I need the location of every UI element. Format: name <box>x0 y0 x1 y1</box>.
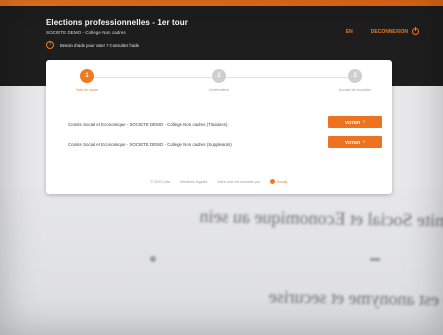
header-accent-strip <box>0 0 443 6</box>
background-mark <box>370 258 380 261</box>
power-icon <box>412 27 419 35</box>
arrow-right-icon: › <box>363 138 365 145</box>
election-list: Comite Social et Economique - SOCIETE DE… <box>46 116 392 156</box>
page-title: Elections professionnelles - 1er tour <box>46 18 188 27</box>
help-icon: ? <box>46 41 54 49</box>
legal-link[interactable]: Mentions legales <box>180 180 207 184</box>
page-subtitle: SOCIETE DEMO - College Non cadres <box>46 30 126 35</box>
election-name: Comite Social et Economique - SOCIETE DE… <box>68 122 228 127</box>
step-3: 3 Accuse de reception <box>320 69 390 92</box>
step-label: Accuse de reception <box>338 88 372 92</box>
step-number: 1 <box>80 69 94 83</box>
brand-link[interactable]: Voxaly <box>269 179 288 184</box>
background-text-line: Comite Social et Economique au sein <box>199 206 443 231</box>
step-2: 2 Confirmation <box>184 69 254 92</box>
footer-copyright: © 2023 Vote <box>150 179 171 184</box>
logout-button[interactable]: DECONNEXION <box>370 27 419 35</box>
screenshot-viewport: Elections professionnelles - 1er tour SO… <box>0 0 443 335</box>
step-label: Vote en cours <box>76 88 98 92</box>
vote-button-label: VOTER <box>345 119 361 125</box>
header-actions: EN DECONNEXION <box>346 27 419 35</box>
progress-stepper: 1 Vote en cours 2 Confirmation 3 Accuse … <box>46 60 392 106</box>
security-note: Votre vote est securise par <box>217 179 260 184</box>
card-footer: © 2023 Vote Mentions legales Votre vote … <box>46 179 392 184</box>
vote-card: 1 Vote en cours 2 Confirmation 3 Accuse … <box>46 60 392 194</box>
election-row: Comite Social et Economique - SOCIETE DE… <box>46 116 392 136</box>
step-number: 2 <box>212 69 226 83</box>
election-row: Comite Social et Economique - SOCIETE DE… <box>46 136 392 156</box>
step-1: 1 Vote en cours <box>52 69 122 92</box>
election-name: Comite Social et Economique - SOCIETE DE… <box>68 142 232 147</box>
logout-label: DECONNEXION <box>370 28 408 35</box>
vote-button[interactable]: VOTER › <box>328 116 382 128</box>
brand-name: Voxaly <box>276 179 288 184</box>
arrow-right-icon: › <box>363 118 365 125</box>
vote-button-label: VOTER <box>345 139 361 145</box>
background-paper: Comite Social et Economique au sein ... … <box>0 188 443 335</box>
background-mark <box>150 256 156 262</box>
help-link[interactable]: ? Besoin d'aide pour voter ? Consultez l… <box>46 41 139 49</box>
step-label: Confirmation <box>208 88 230 92</box>
vote-button[interactable]: VOTER › <box>328 136 382 148</box>
step-number: 3 <box>348 69 362 83</box>
help-link-label: Besoin d'aide pour voter ? Consultez l'a… <box>60 42 140 48</box>
brand-logo-icon <box>269 179 275 184</box>
language-switch[interactable]: EN <box>346 29 353 35</box>
background-text-line: ... le vote est anonyme et securise <box>268 286 443 310</box>
